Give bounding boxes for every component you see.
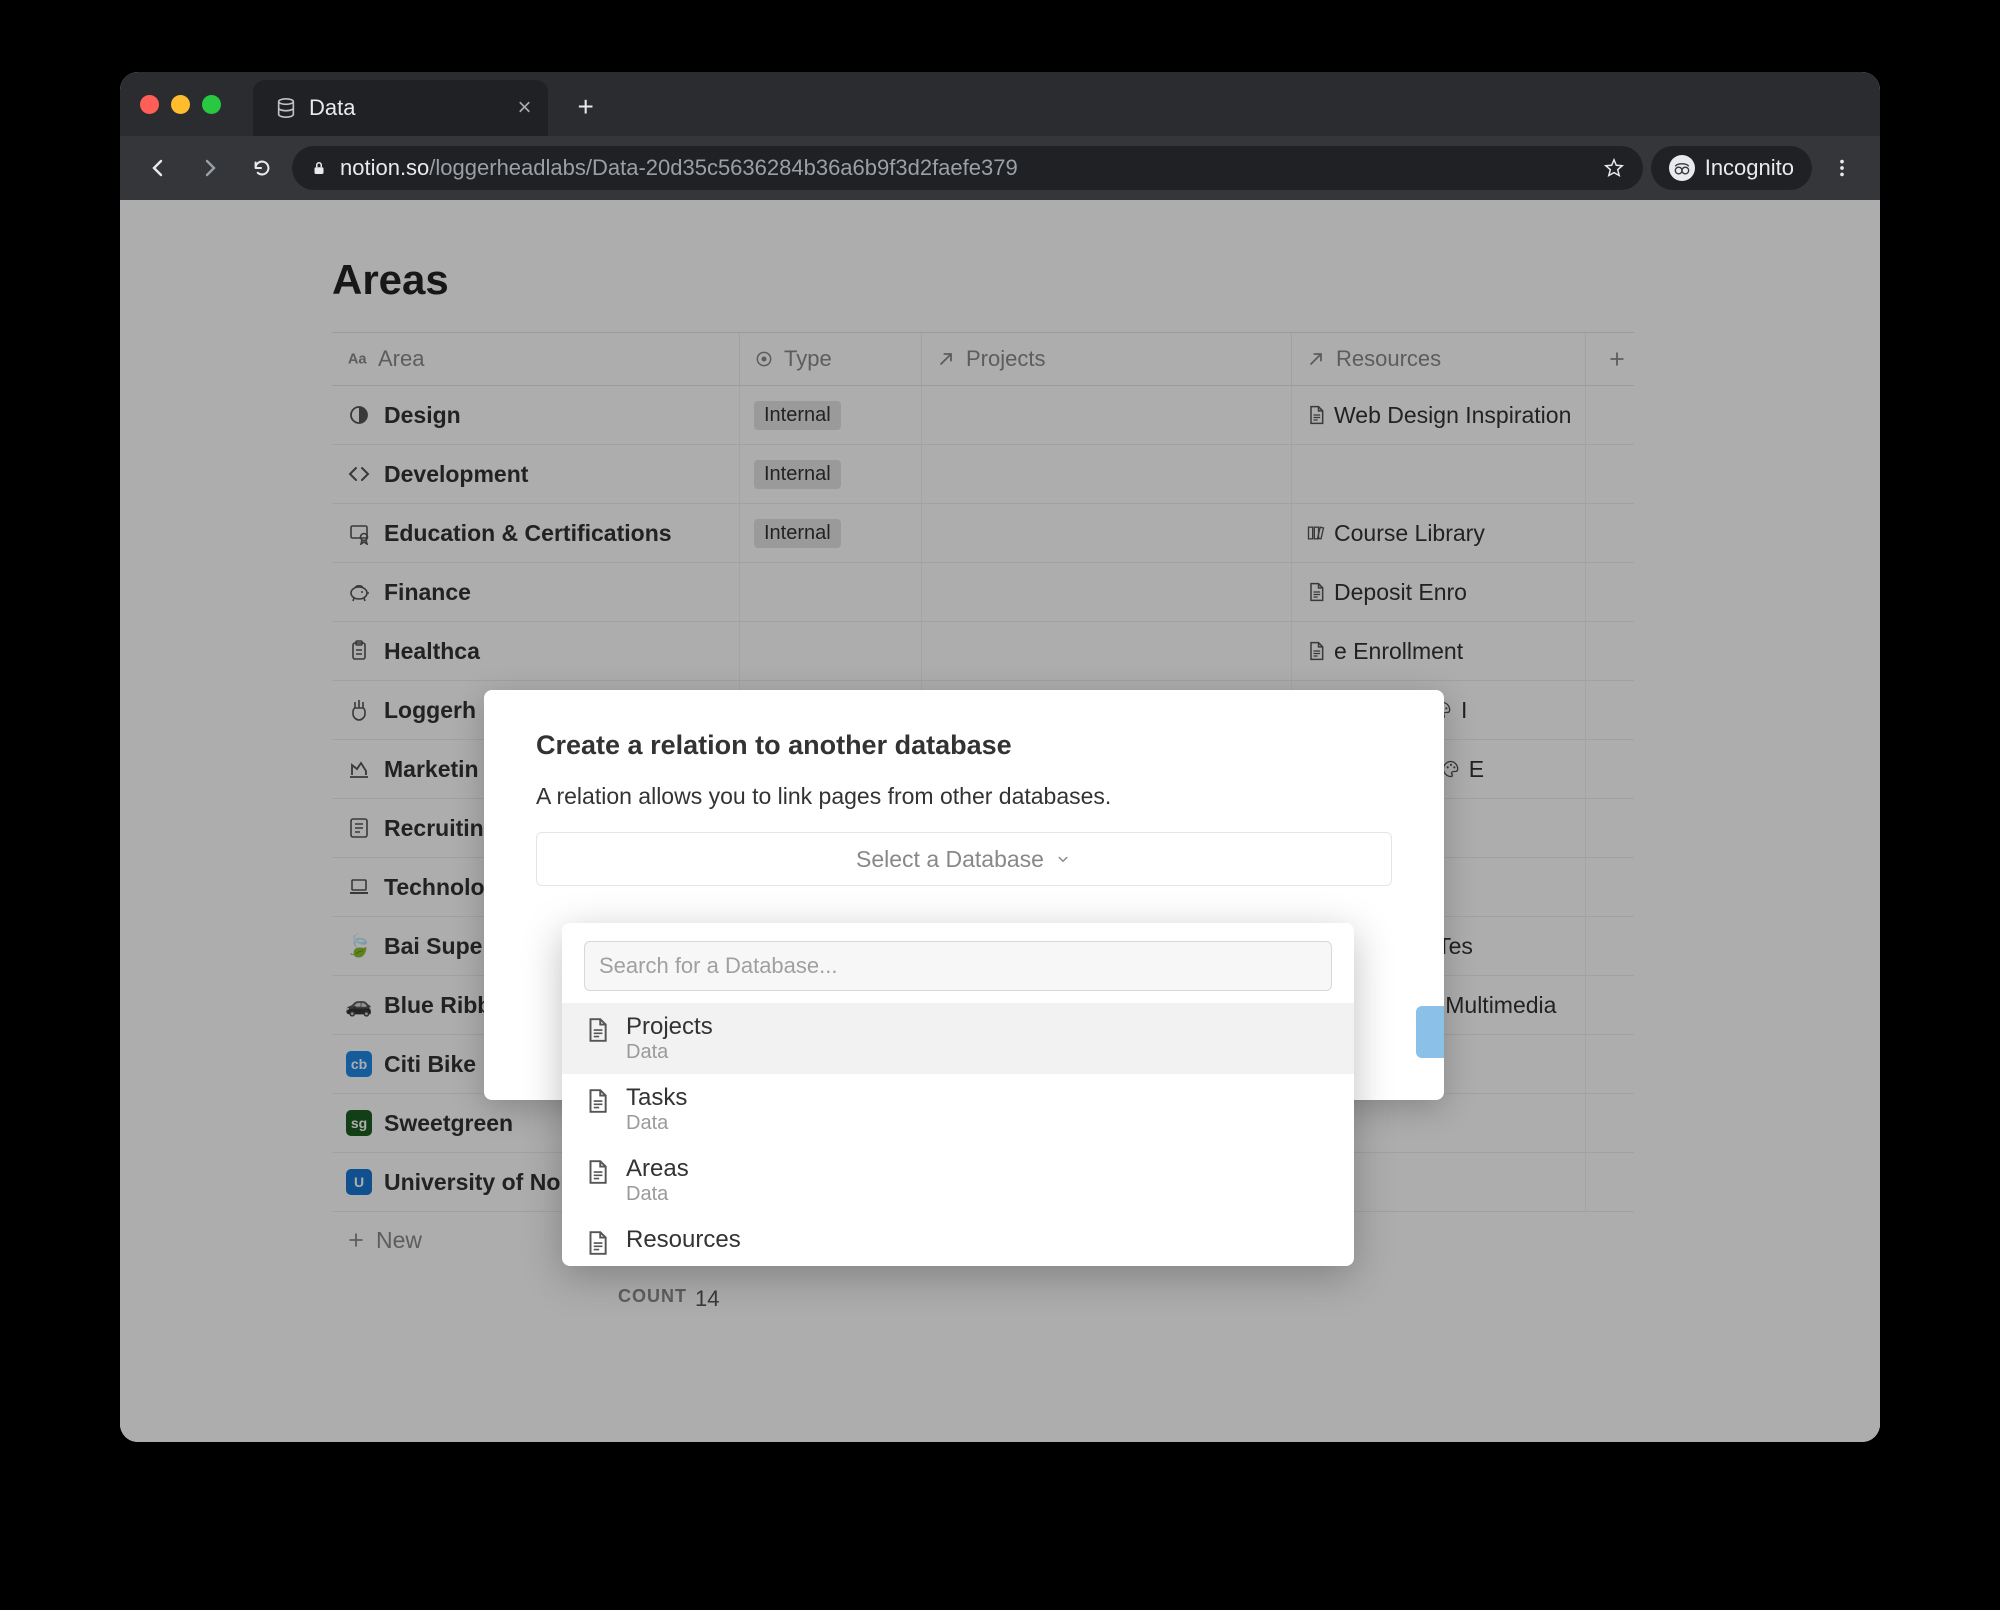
incognito-label: Incognito xyxy=(1705,155,1794,181)
database-option[interactable]: Areas Data xyxy=(562,1145,1354,1216)
create-relation-button[interactable] xyxy=(1416,1006,1444,1058)
window-zoom-button[interactable] xyxy=(202,95,221,114)
database-search-input[interactable] xyxy=(584,941,1332,991)
url-domain: notion.so xyxy=(340,155,429,180)
window-minimize-button[interactable] xyxy=(171,95,190,114)
database-option[interactable]: Resources xyxy=(562,1216,1354,1266)
tab-title: Data xyxy=(309,95,355,121)
page-icon xyxy=(584,1017,610,1043)
nav-forward-button[interactable] xyxy=(188,146,232,190)
tab-favicon-icon xyxy=(275,97,297,119)
url-path: /loggerheadlabs/Data-20d35c5636284b36a6b… xyxy=(429,155,1017,180)
url-field[interactable]: notion.so/loggerheadlabs/Data-20d35c5636… xyxy=(292,146,1643,190)
page-icon xyxy=(584,1230,610,1256)
browser-tab[interactable]: Data × xyxy=(253,80,548,136)
database-option[interactable]: Tasks Data xyxy=(562,1074,1354,1145)
titlebar: Data × + xyxy=(120,72,1880,136)
database-option[interactable]: Projects Data xyxy=(562,1003,1354,1074)
modal-description: A relation allows you to link pages from… xyxy=(536,783,1392,810)
bookmark-star-button[interactable] xyxy=(1603,157,1625,179)
select-database-dropdown[interactable]: Select a Database xyxy=(536,832,1392,886)
page-content: Areas Area Type Projects xyxy=(120,200,1880,1442)
database-picker-dropdown: Projects Data Tasks Data Areas Data Reso… xyxy=(562,923,1354,1266)
incognito-badge[interactable]: Incognito xyxy=(1651,146,1812,190)
lock-icon xyxy=(310,159,328,177)
browser-menu-button[interactable] xyxy=(1820,146,1864,190)
page-icon xyxy=(584,1159,610,1185)
new-tab-button[interactable]: + xyxy=(578,91,594,123)
nav-reload-button[interactable] xyxy=(240,146,284,190)
chevron-down-icon xyxy=(1054,850,1072,868)
nav-back-button[interactable] xyxy=(136,146,180,190)
modal-title: Create a relation to another database xyxy=(536,730,1392,761)
page-icon xyxy=(584,1088,610,1114)
url-bar: notion.so/loggerheadlabs/Data-20d35c5636… xyxy=(120,136,1880,200)
tab-close-button[interactable]: × xyxy=(517,94,531,122)
browser-window: Data × + notion.so/loggerheadlabs/Data-2… xyxy=(120,72,1880,1442)
window-close-button[interactable] xyxy=(140,95,159,114)
traffic-lights xyxy=(140,95,221,114)
